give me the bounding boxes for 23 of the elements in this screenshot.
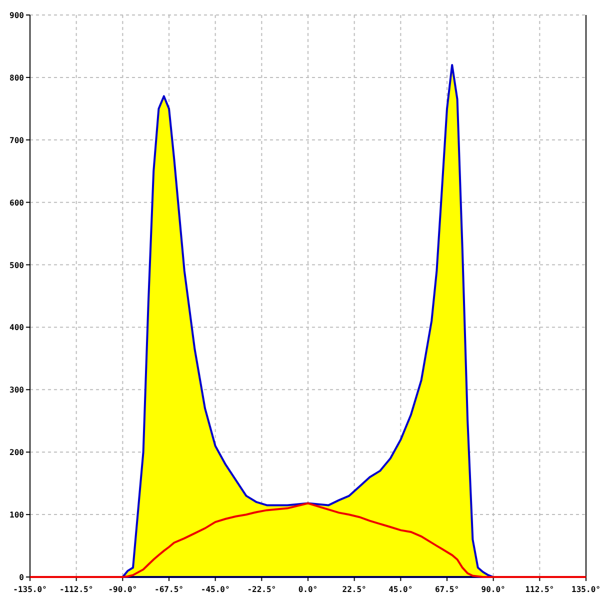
y-tick-label: 600 [10, 198, 24, 208]
y-tick-label: 300 [10, 386, 24, 395]
x-tick-label: -45.0° [200, 585, 230, 594]
x-tick-label: 112.5° [525, 585, 554, 594]
x-tick-label: -67.5° [154, 585, 184, 594]
x-tick-label: -22.5° [247, 585, 276, 594]
y-tick-label: 900 [10, 11, 24, 20]
y-tick-label: 700 [10, 136, 24, 145]
x-tick-label: -112.5° [59, 585, 94, 594]
x-tick-label: 45.0° [388, 585, 413, 594]
x-tick-label: 135.0° [572, 585, 600, 594]
x-tick-label: -90.0° [108, 585, 138, 594]
x-tick-label: 67.5° [434, 585, 460, 594]
y-tick-label: 800 [10, 73, 24, 82]
x-tick-label: 90.0° [481, 585, 506, 594]
y-tick-label: 100 [10, 510, 24, 520]
y-tick-label: 500 [10, 260, 24, 270]
y-tick-label: 200 [10, 448, 24, 458]
y-tick-label: 0 [19, 573, 24, 582]
y-tick-label: 400 [10, 323, 24, 332]
x-tick-label: -135.0° [13, 585, 47, 594]
x-tick-label: 22.5° [342, 585, 366, 594]
x-tick-label: 0.0° [298, 585, 318, 594]
